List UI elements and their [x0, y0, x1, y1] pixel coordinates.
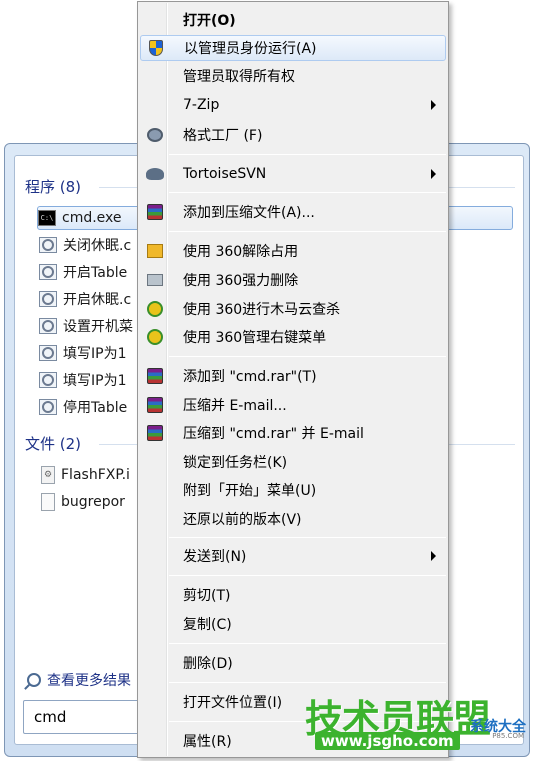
- winrar-icon: [146, 203, 164, 221]
- menu-item-7zip[interactable]: 7-Zip: [140, 92, 446, 118]
- menu-item-label: 附到「开始」菜单(U): [183, 483, 317, 499]
- menu-item-add-to-archive[interactable]: 添加到压缩文件(A)...: [140, 199, 446, 225]
- submenu-arrow-icon: [431, 169, 436, 179]
- group-header-programs: 程序 (8): [25, 178, 82, 196]
- menu-item-label: 使用 360进行木马云查杀: [183, 302, 341, 318]
- menu-item-take-ownership[interactable]: 管理员取得所有权: [140, 63, 446, 89]
- menu-item-label: 以管理员身份运行(A): [184, 41, 317, 57]
- winrar-icon: [146, 367, 164, 385]
- cmd-icon: C:\: [38, 210, 56, 226]
- result-item-label: FlashFXP.i: [61, 467, 130, 483]
- menu-separator: [169, 154, 446, 155]
- format-factory-icon: [146, 126, 164, 144]
- menu-item-label: 还原以前的版本(V): [183, 512, 302, 528]
- menu-separator: [169, 231, 446, 232]
- batch-file-icon: [39, 318, 57, 334]
- watermark-tiny-text: P85.COM: [492, 732, 524, 740]
- text-file-icon: [41, 493, 55, 511]
- tortoise-svn-icon: [146, 165, 164, 183]
- 360-scan-icon: [146, 300, 164, 318]
- menu-item-tortoisesvn[interactable]: TortoiseSVN: [140, 161, 446, 187]
- batch-file-icon: [39, 291, 57, 307]
- menu-item-send-to[interactable]: 发送到(N): [140, 543, 446, 569]
- menu-separator: [169, 643, 446, 644]
- watermark-url: www.jsgho.com: [315, 732, 460, 750]
- menu-item-open[interactable]: 打开(O): [140, 7, 446, 33]
- batch-file-icon: [39, 345, 57, 361]
- result-item-label: bugrepor: [61, 494, 125, 510]
- menu-item-label: 添加到 "cmd.rar"(T): [183, 369, 317, 385]
- menu-item-label: 使用 360管理右键菜单: [183, 330, 327, 346]
- 360-unlock-icon: [146, 242, 164, 260]
- menu-item-label: TortoiseSVN: [183, 166, 267, 182]
- menu-item-run-as-admin[interactable]: 以管理员身份运行(A): [140, 35, 446, 61]
- menu-item-pin-to-taskbar[interactable]: 锁定到任务栏(K): [140, 449, 446, 475]
- menu-item-compress-email[interactable]: 压缩并 E-mail...: [140, 392, 446, 418]
- menu-item-label: 格式工厂 (F): [183, 128, 263, 144]
- menu-item-label: 添加到压缩文件(A)...: [183, 205, 315, 221]
- menu-item-pin-to-start[interactable]: 附到「开始」菜单(U): [140, 477, 446, 503]
- winrar-icon: [146, 424, 164, 442]
- menu-separator: [169, 356, 446, 357]
- menu-item-label: 打开文件位置(I): [183, 695, 283, 711]
- menu-item-label: 使用 360强力删除: [183, 273, 299, 289]
- menu-item-label: 使用 360解除占用: [183, 244, 299, 260]
- result-item-label: 关闭休眠.c: [63, 238, 132, 254]
- menu-item-restore-previous[interactable]: 还原以前的版本(V): [140, 506, 446, 532]
- 360-shred-icon: [146, 271, 164, 289]
- result-item-label: 开启休眠.c: [63, 292, 132, 308]
- menu-item-360-scan[interactable]: 使用 360进行木马云查杀: [140, 296, 446, 322]
- menu-item-label: 发送到(N): [183, 549, 247, 565]
- menu-separator: [169, 192, 446, 193]
- menu-item-label: 打开(O): [183, 13, 236, 29]
- menu-item-label: 管理员取得所有权: [183, 69, 295, 85]
- menu-item-copy[interactable]: 复制(C): [140, 611, 446, 637]
- menu-item-add-to-cmd-rar[interactable]: 添加到 "cmd.rar"(T): [140, 363, 446, 389]
- menu-item-label: 7-Zip: [183, 97, 220, 113]
- result-item-label: 填写IP为1: [63, 373, 127, 389]
- batch-file-icon: [39, 399, 57, 415]
- menu-item-label: 压缩并 E-mail...: [183, 398, 287, 414]
- batch-file-icon: [39, 372, 57, 388]
- watermark-logo: 技术员联盟 系统大全 www.jsgho.com P85.COM: [305, 688, 530, 756]
- uac-shield-icon: [147, 39, 165, 57]
- menu-item-label: 剪切(T): [183, 588, 231, 604]
- group-header-files: 文件 (2): [25, 435, 82, 453]
- menu-item-compress-to-rar-email[interactable]: 压缩到 "cmd.rar" 并 E-mail: [140, 420, 446, 446]
- 360-menu-icon: [146, 328, 164, 346]
- winrar-icon: [146, 396, 164, 414]
- menu-separator: [169, 682, 446, 683]
- menu-item-360-unlock[interactable]: 使用 360解除占用: [140, 238, 446, 264]
- menu-item-360-menu[interactable]: 使用 360管理右键菜单: [140, 324, 446, 350]
- result-item-label: 停用Table: [63, 400, 128, 416]
- menu-separator: [169, 537, 446, 538]
- menu-item-360-shred[interactable]: 使用 360强力删除: [140, 267, 446, 293]
- batch-file-icon: [39, 264, 57, 280]
- config-file-icon: ⚙: [41, 466, 55, 484]
- result-item-label: 设置开机菜: [63, 319, 133, 335]
- search-icon: [27, 673, 41, 687]
- submenu-arrow-icon: [431, 100, 436, 110]
- result-item-label: cmd.exe: [62, 210, 122, 226]
- see-more-label: 查看更多结果: [47, 673, 131, 689]
- batch-file-icon: [39, 237, 57, 253]
- result-item-label: 开启Table: [63, 265, 128, 281]
- menu-item-format-factory[interactable]: 格式工厂 (F): [140, 122, 446, 148]
- menu-item-label: 锁定到任务栏(K): [183, 455, 288, 471]
- result-item-label: 填写IP为1: [63, 346, 127, 362]
- menu-item-label: 属性(R): [183, 734, 232, 750]
- menu-item-cut[interactable]: 剪切(T): [140, 582, 446, 608]
- menu-item-label: 压缩到 "cmd.rar" 并 E-mail: [183, 426, 364, 442]
- see-more-results-link[interactable]: 查看更多结果: [27, 670, 131, 690]
- menu-item-delete[interactable]: 删除(D): [140, 650, 446, 676]
- menu-item-label: 删除(D): [183, 656, 233, 672]
- submenu-arrow-icon: [431, 551, 436, 561]
- context-menu: 打开(O) 以管理员身份运行(A) 管理员取得所有权 7-Zip 格式工厂 (F…: [137, 1, 449, 758]
- menu-separator: [169, 575, 446, 576]
- search-input[interactable]: cmd: [23, 700, 143, 734]
- menu-item-label: 复制(C): [183, 617, 232, 633]
